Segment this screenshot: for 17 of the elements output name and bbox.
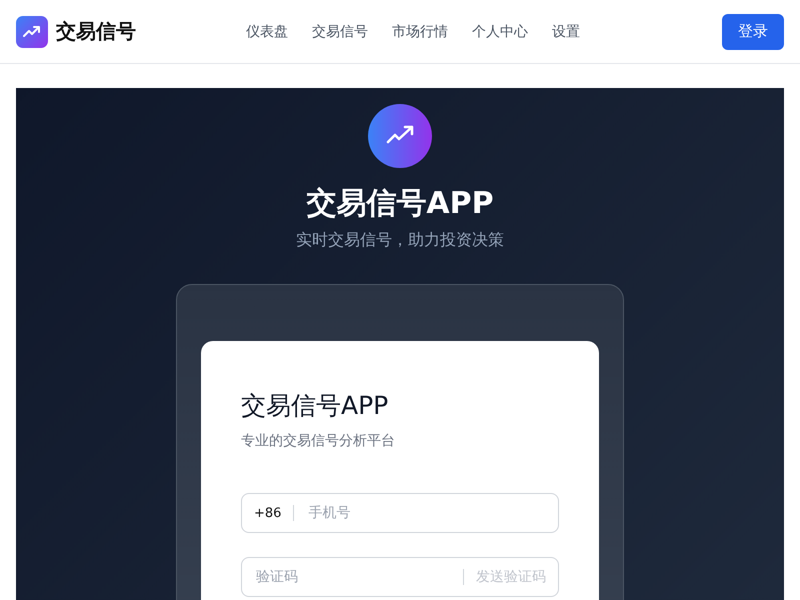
card-title: 交易信号APP xyxy=(241,390,390,422)
phone-input[interactable]: 手机号 xyxy=(306,504,546,522)
nav-link[interactable]: 设置 xyxy=(552,22,580,40)
trend-up-logo-icon xyxy=(368,104,432,168)
hero-subtitle: 实时交易信号，助力投资决策 xyxy=(296,229,504,251)
nav-link[interactable]: 个人中心 xyxy=(472,22,528,40)
brand-name: 交易信号 xyxy=(56,18,136,45)
phone-field[interactable]: +86 手机号 xyxy=(241,493,559,533)
code-input[interactable]: 验证码 xyxy=(254,568,451,586)
trend-up-logo-icon xyxy=(16,16,48,48)
nav-link[interactable]: 市场行情 xyxy=(392,22,448,40)
login-button[interactable]: 登录 xyxy=(722,14,784,50)
nav-link[interactable]: 仪表盘 xyxy=(246,22,288,40)
country-code: +86 xyxy=(254,506,282,520)
hero-title: 交易信号APP xyxy=(306,185,494,223)
nav-link[interactable]: 交易信号 xyxy=(312,22,368,40)
card-subtitle: 专业的交易信号分析平台 xyxy=(241,432,396,451)
